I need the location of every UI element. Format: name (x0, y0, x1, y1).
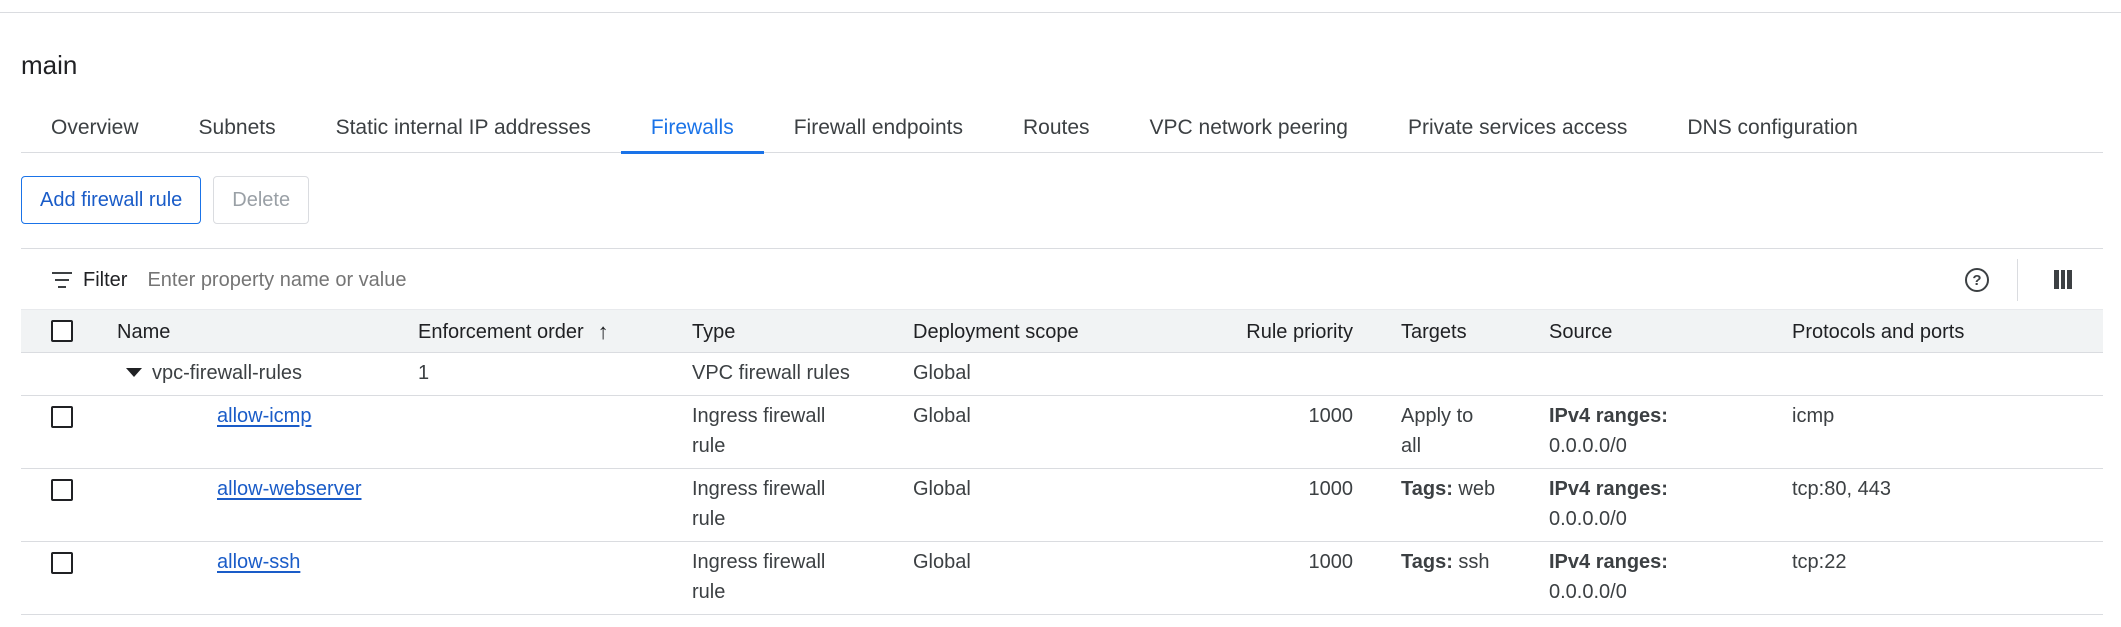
group-type: VPC firewall rules (692, 362, 850, 384)
filter-icon[interactable] (51, 272, 73, 288)
rule-scope: Global (913, 405, 971, 427)
add-firewall-rule-button[interactable]: Add firewall rule (21, 176, 202, 224)
header-deployment-scope[interactable]: Deployment scope (913, 317, 1079, 347)
rule-source-label: IPv4 ranges: (1549, 551, 1668, 573)
toolbar-separator (2017, 259, 2018, 301)
tab-dns-configuration[interactable]: DNS configuration (1657, 103, 1887, 153)
tab-private-services-access[interactable]: Private services access (1378, 103, 1657, 153)
rule-targets-line1: Apply to (1401, 405, 1474, 427)
rule-source-value: 0.0.0.0/0 (1549, 435, 1627, 457)
rule-priority: 1000 (1308, 405, 1354, 427)
rule-targets-label: Tags: (1401, 478, 1453, 500)
page-title: main (21, 50, 78, 80)
rule-source-value: 0.0.0.0/0 (1549, 508, 1627, 530)
delete-button[interactable]: Delete (213, 176, 310, 224)
group-scope: Global (913, 362, 971, 384)
rule-targets: Tags: web (1401, 474, 1495, 504)
row-checkbox[interactable] (51, 479, 73, 501)
group-row: vpc-firewall-rules 1 VPC firewall rules … (21, 353, 2103, 396)
tab-static-internal-ip[interactable]: Static internal IP addresses (306, 103, 621, 153)
rule-name-link[interactable]: allow-webserver (217, 474, 362, 504)
select-all-checkbox[interactable] (51, 320, 73, 342)
tab-bar: Overview Subnets Static internal IP addr… (21, 103, 2103, 154)
header-enforcement-order[interactable]: Enforcement order ↑ (418, 317, 609, 347)
arrow-up-icon[interactable]: ↑ (598, 317, 609, 347)
tab-firewall-endpoints[interactable]: Firewall endpoints (764, 103, 993, 153)
table-row: allow-ssh Ingress firewall rule Global 1… (21, 542, 2103, 615)
rule-source-value: 0.0.0.0/0 (1549, 581, 1627, 603)
filter-input[interactable] (147, 268, 748, 292)
header-enforcement-order-label: Enforcement order (418, 321, 584, 343)
rule-source-label: IPv4 ranges: (1549, 405, 1668, 427)
rule-targets: Tags: ssh (1401, 547, 1490, 577)
row-checkbox[interactable] (51, 406, 73, 428)
tab-vpc-network-peering[interactable]: VPC network peering (1120, 103, 1378, 153)
header-source[interactable]: Source (1549, 317, 1612, 347)
rule-source-label: IPv4 ranges: (1549, 478, 1668, 500)
rule-name-link[interactable]: allow-ssh (217, 547, 300, 577)
rule-type-line1: Ingress firewall (692, 551, 826, 573)
row-checkbox[interactable] (51, 552, 73, 574)
filter-bar: Filter ? (21, 259, 2103, 301)
rule-type-line2: rule (692, 581, 726, 603)
column-display-icon[interactable] (2054, 270, 2073, 289)
tab-routes[interactable]: Routes (993, 103, 1120, 153)
rule-targets-value: web (1458, 478, 1496, 500)
rule-priority: 1000 (1308, 478, 1354, 500)
header-protocols-ports[interactable]: Protocols and ports (1792, 317, 1964, 347)
caret-down-icon[interactable] (126, 368, 142, 377)
tab-overview[interactable]: Overview (21, 103, 169, 153)
rule-targets-label: Tags: (1401, 551, 1453, 573)
table-header: Name Enforcement order ↑ Type Deployment … (21, 309, 2103, 353)
table-row: allow-icmp Ingress firewall rule Global … (21, 396, 2103, 469)
table-row: allow-webserver Ingress firewall rule Gl… (21, 469, 2103, 542)
rule-type-line1: Ingress firewall (692, 405, 826, 427)
firewall-rules-table: Name Enforcement order ↑ Type Deployment … (21, 309, 2103, 615)
tab-subnets[interactable]: Subnets (169, 103, 306, 153)
rule-scope: Global (913, 551, 971, 573)
rule-protocols: tcp:22 (1792, 551, 1847, 573)
header-name[interactable]: Name (117, 317, 170, 347)
rule-targets-line2: all (1401, 435, 1422, 457)
group-name[interactable]: vpc-firewall-rules (126, 358, 302, 388)
rule-scope: Global (913, 478, 971, 500)
header-rule-priority[interactable]: Rule priority (1191, 317, 1353, 347)
tab-firewalls[interactable]: Firewalls (620, 103, 764, 154)
header-targets[interactable]: Targets (1401, 317, 1467, 347)
top-divider (0, 12, 2121, 13)
table-divider (21, 248, 2103, 249)
rule-type-line1: Ingress firewall (692, 478, 826, 500)
rule-protocols: tcp:80, 443 (1792, 478, 1891, 500)
rule-name-link[interactable]: allow-icmp (217, 401, 311, 431)
rule-priority: 1000 (1308, 551, 1354, 573)
rule-targets-value: ssh (1458, 551, 1490, 573)
action-bar: Add firewall rule Delete (21, 176, 310, 224)
rule-type-line2: rule (692, 508, 726, 530)
help-icon[interactable]: ? (1965, 268, 1989, 292)
header-type[interactable]: Type (692, 317, 735, 347)
rule-type-line2: rule (692, 435, 726, 457)
group-order: 1 (418, 362, 430, 384)
rule-protocols: icmp (1792, 405, 1835, 427)
filter-label[interactable]: Filter (83, 269, 127, 292)
group-name-label: vpc-firewall-rules (152, 362, 303, 384)
